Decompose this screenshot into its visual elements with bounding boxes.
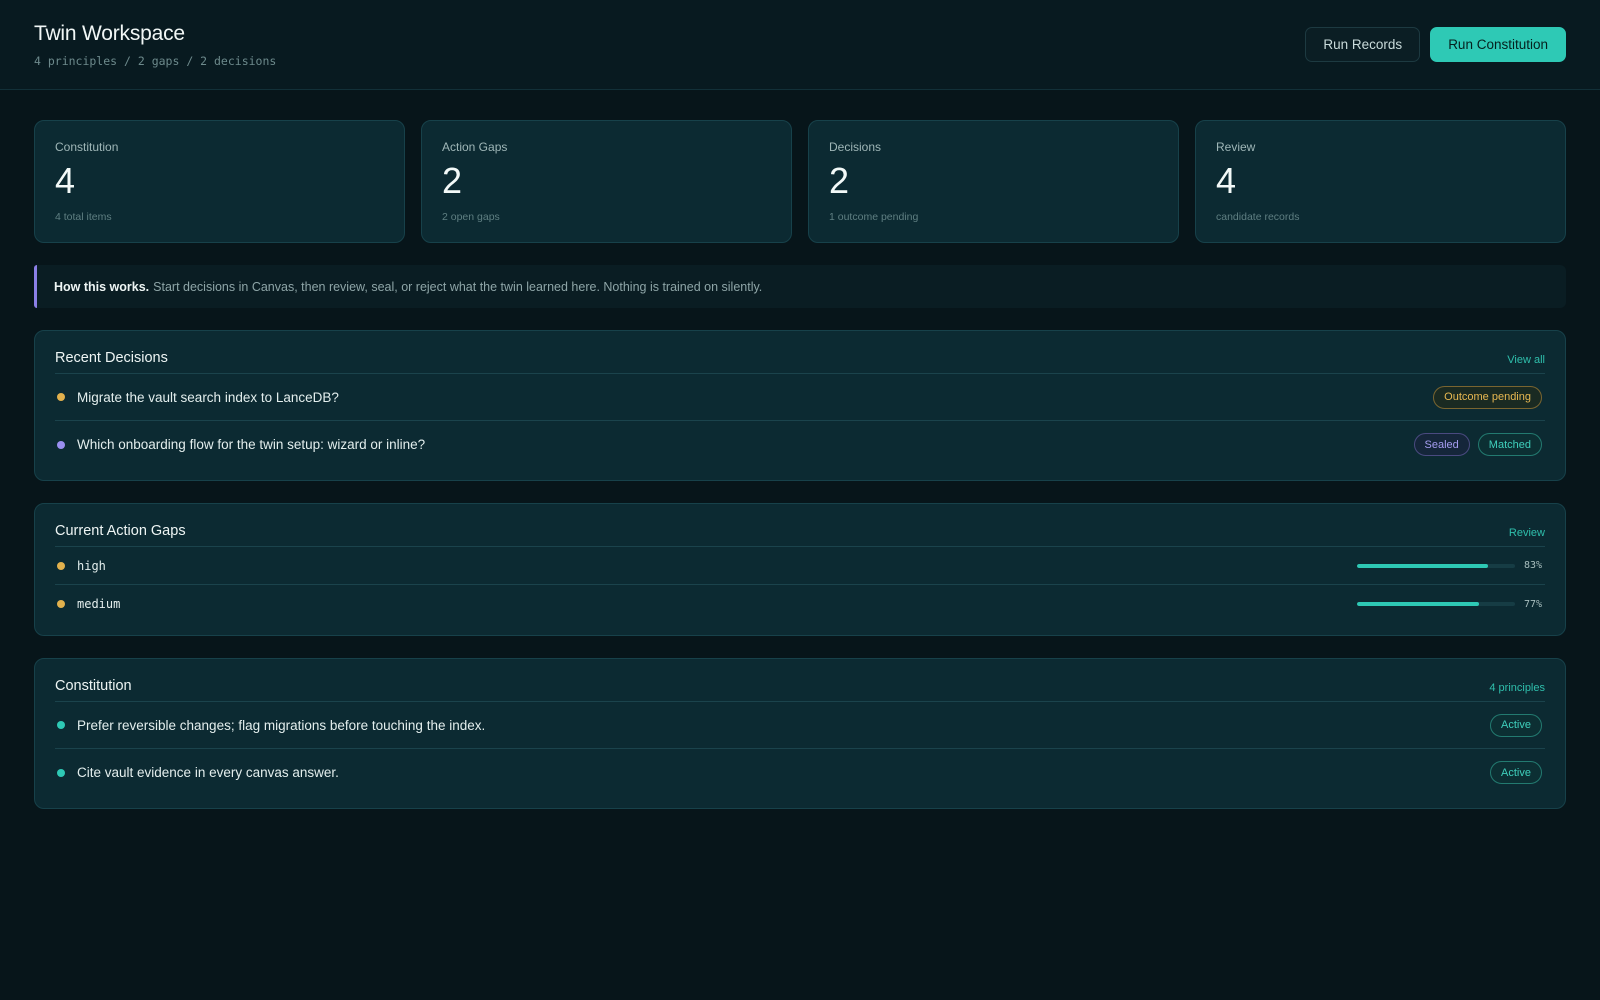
page-subtitle: 4 principles / 2 gaps / 2 decisions [34, 53, 277, 68]
stat-card-review: Review 4 candidate records [1195, 120, 1566, 243]
callout-heading: How this works. [54, 279, 150, 294]
run-records-button[interactable]: Run Records [1305, 27, 1421, 62]
gap-row[interactable]: high 83% [55, 547, 1545, 585]
gap-progress: 77% [1357, 599, 1542, 610]
stat-subtext: candidate records [1216, 211, 1300, 223]
principle-row-main: Cite vault evidence in every canvas answ… [57, 765, 339, 780]
how-it-works-callout: How this works. Start decisions in Canva… [34, 265, 1566, 308]
progress-percent: 83% [1523, 560, 1542, 571]
stat-subtext: 1 outcome pending [829, 211, 919, 223]
top-header: Twin Workspace 4 principles / 2 gaps / 2… [0, 0, 1600, 90]
main-content: Constitution 4 4 total items Action Gaps… [0, 90, 1600, 809]
action-gaps-panel: Current Action Gaps Review high 83% medi… [34, 503, 1566, 636]
status-badge-active[interactable]: Active [1490, 761, 1542, 784]
panel-title: Recent Decisions [55, 350, 168, 366]
progress-track [1357, 563, 1515, 568]
stat-value: 2 [442, 160, 463, 201]
panel-header: Recent Decisions View all [55, 331, 1545, 374]
stat-card-action-gaps: Action Gaps 2 2 open gaps [421, 120, 792, 243]
principle-row[interactable]: Prefer reversible changes; flag migratio… [55, 702, 1545, 749]
stat-value: 4 [55, 160, 76, 201]
stat-subtext: 4 total items [55, 211, 112, 223]
stat-value: 2 [829, 160, 850, 201]
panel-title: Constitution [55, 678, 132, 694]
principle-text: Prefer reversible changes; flag migratio… [77, 717, 486, 733]
status-dot [57, 721, 65, 729]
stat-card-constitution: Constitution 4 4 total items [34, 120, 405, 243]
stat-label: Decisions [829, 140, 882, 154]
decision-row-main: Migrate the vault search index to LanceD… [57, 390, 339, 405]
review-link[interactable]: Review [1509, 527, 1545, 539]
recent-decisions-panel: Recent Decisions View all Migrate the va… [34, 330, 1566, 481]
status-badge-matched[interactable]: Matched [1477, 433, 1542, 456]
status-dot [57, 393, 65, 401]
severity-dot [57, 561, 65, 570]
panel-header: Constitution 4 principles [55, 659, 1545, 702]
principle-tags: Active [1490, 713, 1542, 737]
decision-row[interactable]: Which onboarding flow for the twin setup… [55, 421, 1545, 468]
view-all-link[interactable]: View all [1507, 354, 1545, 366]
decision-row[interactable]: Migrate the vault search index to LanceD… [55, 374, 1545, 421]
page-title: Twin Workspace [34, 21, 185, 45]
decision-row-main: Which onboarding flow for the twin setup… [57, 437, 425, 452]
stat-label: Action Gaps [442, 140, 508, 154]
gap-row[interactable]: medium 77% [55, 585, 1545, 623]
panel-title: Current Action Gaps [55, 523, 186, 539]
gap-severity-label: high [77, 558, 106, 573]
status-badge-active[interactable]: Active [1490, 713, 1542, 737]
progress-fill [1357, 563, 1489, 568]
header-title-group: Twin Workspace 4 principles / 2 gaps / 2… [34, 22, 276, 68]
progress-percent: 77% [1523, 598, 1542, 610]
principle-tags: Active [1490, 761, 1542, 784]
gap-row-main: medium [57, 597, 120, 611]
decision-text: Which onboarding flow for the twin setup… [77, 437, 426, 452]
stat-subtext: 2 open gaps [442, 211, 500, 223]
stat-value: 4 [1216, 160, 1237, 201]
decision-tags: Sealed Matched [1413, 433, 1542, 456]
stat-card-decisions: Decisions 2 1 outcome pending [808, 120, 1179, 243]
gap-severity-label: medium [77, 597, 121, 611]
principle-text: Cite vault evidence in every canvas answ… [77, 765, 339, 780]
progress-track [1357, 602, 1515, 606]
principles-link[interactable]: 4 principles [1489, 682, 1545, 694]
callout-text: Start decisions in Canvas, then review, … [153, 279, 763, 294]
header-actions: Run Records Run Constitution [1305, 27, 1566, 62]
run-constitution-button[interactable]: Run Constitution [1430, 27, 1566, 62]
principle-row-main: Prefer reversible changes; flag migratio… [57, 718, 485, 733]
gap-row-main: high [57, 559, 106, 573]
status-dot [57, 440, 65, 449]
stat-label: Constitution [55, 140, 119, 154]
progress-fill [1357, 602, 1479, 606]
stats-row: Constitution 4 4 total items Action Gaps… [34, 120, 1566, 243]
decision-tags: Outcome pending [1433, 385, 1542, 409]
status-badge-outcome-pending[interactable]: Outcome pending [1433, 385, 1542, 409]
panel-header: Current Action Gaps Review [55, 504, 1545, 547]
gap-progress: 83% [1357, 560, 1542, 571]
status-dot [57, 768, 65, 777]
severity-dot [57, 600, 65, 608]
stat-label: Review [1216, 140, 1256, 154]
principle-row[interactable]: Cite vault evidence in every canvas answ… [55, 749, 1545, 796]
constitution-panel: Constitution 4 principles Prefer reversi… [34, 658, 1566, 809]
status-badge-sealed[interactable]: Sealed [1413, 433, 1470, 456]
decision-text: Migrate the vault search index to LanceD… [77, 389, 339, 405]
